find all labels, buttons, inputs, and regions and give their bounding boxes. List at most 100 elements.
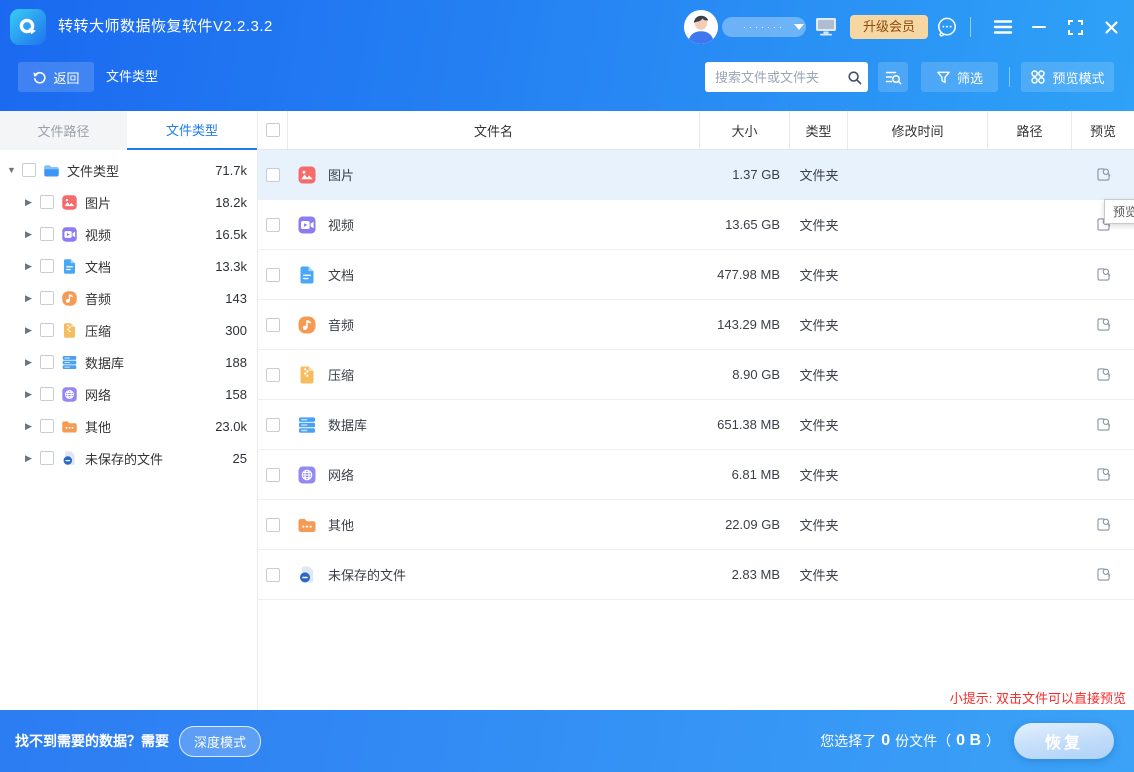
minimize-button[interactable] (1028, 16, 1050, 38)
file-type: 文件夹 (790, 450, 848, 499)
row-checkbox[interactable] (266, 518, 280, 532)
file-type: 文件夹 (790, 500, 848, 549)
tree-item-count: 143 (225, 291, 257, 306)
select-all-checkbox[interactable] (266, 123, 280, 137)
tree-checkbox[interactable] (40, 291, 54, 305)
tree-checkbox[interactable] (40, 323, 54, 337)
row-checkbox[interactable] (266, 368, 280, 382)
file-modified-time (848, 500, 988, 549)
tree-checkbox[interactable] (40, 227, 54, 241)
tree-checkbox[interactable] (22, 163, 36, 177)
sidebar-tree-item[interactable]: ▶音频143 (0, 282, 257, 314)
row-checkbox[interactable] (266, 268, 280, 282)
row-checkbox[interactable] (266, 318, 280, 332)
user-menu-caret-icon[interactable] (794, 24, 804, 30)
expand-arrow-icon[interactable]: ▶ (25, 325, 40, 336)
back-button[interactable]: 返回 (18, 62, 94, 92)
tree-checkbox[interactable] (40, 259, 54, 273)
table-row[interactable]: 网络6.81 MB文件夹 (258, 450, 1134, 500)
table-row[interactable]: 其他22.09 GB文件夹 (258, 500, 1134, 550)
selection-suffix: ） (986, 731, 1000, 751)
table-row[interactable]: 未保存的文件2.83 MB文件夹 (258, 550, 1134, 600)
upgrade-member-button[interactable]: 升级会员 (850, 15, 928, 39)
tree-checkbox[interactable] (40, 451, 54, 465)
table-row[interactable]: 数据库651.38 MB文件夹 (258, 400, 1134, 450)
doc-icon (61, 258, 78, 275)
tree-item-label: 其他 (85, 417, 111, 436)
row-checkbox[interactable] (266, 218, 280, 232)
expand-arrow-icon[interactable]: ▶ (25, 197, 40, 208)
hamburger-icon (993, 19, 1013, 35)
tree-item-label: 网络 (85, 385, 111, 404)
tree-checkbox[interactable] (40, 387, 54, 401)
expand-arrow-icon[interactable]: ▶ (25, 453, 40, 464)
user-avatar-icon[interactable] (684, 10, 718, 44)
recover-button[interactable]: 恢复 (1014, 723, 1114, 759)
file-size: 1.37 GB (700, 150, 790, 199)
selection-mid: 份文件（ (895, 731, 951, 751)
row-checkbox[interactable] (266, 418, 280, 432)
sidebar-tree-item[interactable]: ▶压缩300 (0, 314, 257, 346)
minimize-icon (1031, 19, 1047, 35)
expand-arrow-icon[interactable]: ▶ (25, 389, 40, 400)
menu-button[interactable] (992, 16, 1014, 38)
file-modified-time (848, 200, 988, 249)
preview-icon[interactable] (1095, 266, 1112, 283)
preview-icon[interactable] (1095, 516, 1112, 533)
tree-checkbox[interactable] (40, 419, 54, 433)
preview-mode-button[interactable]: 预览模式 (1021, 62, 1114, 92)
tab-file-type[interactable]: 文件类型 (127, 111, 257, 150)
sidebar-tree-item[interactable]: ▶网络158 (0, 378, 257, 410)
table-row[interactable]: 图片1.37 GB文件夹 (258, 150, 1134, 200)
preview-icon[interactable] (1095, 366, 1112, 383)
table-body: 图片1.37 GB文件夹视频13.65 GB文件夹文档477.98 MB文件夹音… (258, 150, 1134, 600)
table-row[interactable]: 文档477.98 MB文件夹 (258, 250, 1134, 300)
table-row[interactable]: 压缩8.90 GB文件夹 (258, 350, 1134, 400)
sidebar-tree-item[interactable]: ▶未保存的文件25 (0, 442, 257, 474)
zip-icon (297, 365, 317, 385)
row-checkbox[interactable] (266, 168, 280, 182)
sidebar-tree-item[interactable]: ▶图片18.2k (0, 186, 257, 218)
customer-support-icon[interactable] (936, 16, 958, 38)
preview-icon[interactable] (1095, 566, 1112, 583)
row-checkbox[interactable] (266, 468, 280, 482)
close-button[interactable] (1100, 16, 1122, 38)
expand-arrow-icon[interactable]: ▶ (25, 357, 40, 368)
preview-mode-label: 预览模式 (1052, 68, 1104, 87)
tree-checkbox[interactable] (40, 195, 54, 209)
search-box[interactable] (705, 62, 868, 92)
database-icon (297, 415, 317, 435)
tree-item-count: 188 (225, 355, 257, 370)
preview-icon[interactable] (1095, 466, 1112, 483)
file-path (988, 250, 1072, 299)
search-input[interactable] (705, 70, 840, 85)
expand-arrow-icon[interactable]: ▶ (25, 261, 40, 272)
maximize-button[interactable] (1064, 16, 1086, 38)
sidebar-tree-item[interactable]: ▶数据库188 (0, 346, 257, 378)
tree-item-label: 图片 (85, 193, 111, 212)
sidebar-tree-item[interactable]: ▶文档13.3k (0, 250, 257, 282)
filter-button[interactable]: 筛选 (921, 62, 998, 92)
tab-file-path[interactable]: 文件路径 (0, 111, 127, 150)
audio-icon (297, 315, 317, 335)
table-row[interactable]: 音频143.29 MB文件夹 (258, 300, 1134, 350)
collapse-arrow-icon[interactable]: ▼ (7, 165, 22, 175)
preview-icon[interactable] (1095, 316, 1112, 333)
table-row[interactable]: 视频13.65 GB文件夹 (258, 200, 1134, 250)
back-button-label: 返回 (53, 68, 79, 87)
preview-icon[interactable] (1095, 416, 1112, 433)
expand-arrow-icon[interactable]: ▶ (25, 293, 40, 304)
sidebar-tree-item[interactable]: ▼文件类型71.7k (0, 154, 257, 186)
sidebar-tabs: 文件路径 文件类型 (0, 111, 257, 150)
sidebar-tree-item[interactable]: ▶其他23.0k (0, 410, 257, 442)
deep-mode-button[interactable]: 深度模式 (179, 726, 261, 757)
sidebar-tree-item[interactable]: ▶视频16.5k (0, 218, 257, 250)
expand-arrow-icon[interactable]: ▶ (25, 421, 40, 432)
search-icon[interactable] (840, 69, 868, 86)
tree-checkbox[interactable] (40, 355, 54, 369)
row-checkbox[interactable] (266, 568, 280, 582)
device-monitor-icon[interactable] (814, 16, 838, 38)
preview-icon[interactable] (1095, 166, 1112, 183)
advanced-search-button[interactable] (878, 62, 908, 92)
expand-arrow-icon[interactable]: ▶ (25, 229, 40, 240)
